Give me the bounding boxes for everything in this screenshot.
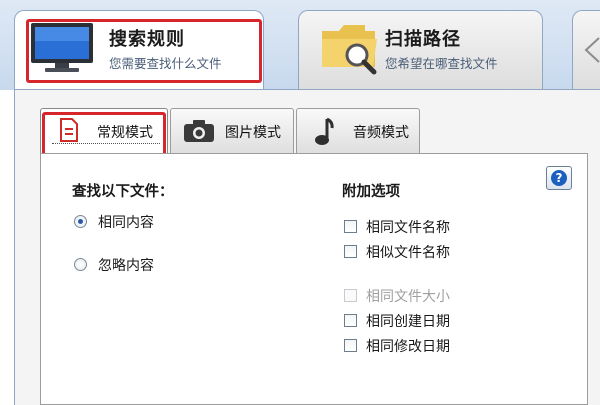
check-same-created-date[interactable] bbox=[344, 314, 357, 327]
subtab-audio-mode[interactable]: 音频模式 bbox=[296, 108, 420, 154]
check-same-modified-date-label: 相同修改日期 bbox=[366, 339, 450, 355]
highlight-box-normal-mode bbox=[42, 112, 166, 158]
camera-icon bbox=[184, 120, 214, 142]
check-same-filename[interactable] bbox=[344, 220, 357, 233]
tab-scan-path-subtitle: 您希望在哪查找文件 bbox=[385, 56, 498, 71]
check-similar-filename-label: 相似文件名称 bbox=[366, 245, 450, 261]
folder-search-icon bbox=[322, 25, 377, 75]
find-files-heading: 查找以下文件： bbox=[72, 184, 174, 200]
check-same-filename-label: 相同文件名称 bbox=[366, 220, 450, 236]
subtab-image-label: 图片模式 bbox=[225, 125, 281, 141]
radio-ignore-content-label: 忽略内容 bbox=[98, 258, 154, 274]
check-same-filesize-label: 相同文件大小 bbox=[366, 289, 450, 305]
help-button[interactable]: ? bbox=[546, 166, 572, 190]
tab-more[interactable] bbox=[572, 10, 600, 90]
check-similar-filename[interactable] bbox=[344, 245, 357, 258]
check-same-modified-date[interactable] bbox=[344, 339, 357, 352]
help-icon: ? bbox=[551, 170, 567, 186]
subtab-audio-label: 音频模式 bbox=[353, 125, 409, 141]
tab-scan-path-title: 扫描路径 bbox=[385, 29, 461, 50]
check-same-created-date-label: 相同创建日期 bbox=[366, 314, 450, 330]
subtab-image-mode[interactable]: 图片模式 bbox=[170, 108, 294, 154]
radio-same-content-label: 相同内容 bbox=[98, 215, 154, 231]
radio-ignore-content[interactable] bbox=[74, 258, 87, 271]
radio-same-content[interactable] bbox=[74, 215, 87, 228]
extra-options-heading: 附加选项 bbox=[342, 184, 400, 200]
music-note-icon bbox=[315, 117, 334, 145]
check-same-filesize bbox=[344, 289, 357, 302]
chevron-left-icon bbox=[584, 37, 600, 63]
highlight-box-search-tab bbox=[26, 19, 262, 83]
tab-scan-path[interactable]: 扫描路径 您希望在哪查找文件 bbox=[298, 10, 543, 90]
